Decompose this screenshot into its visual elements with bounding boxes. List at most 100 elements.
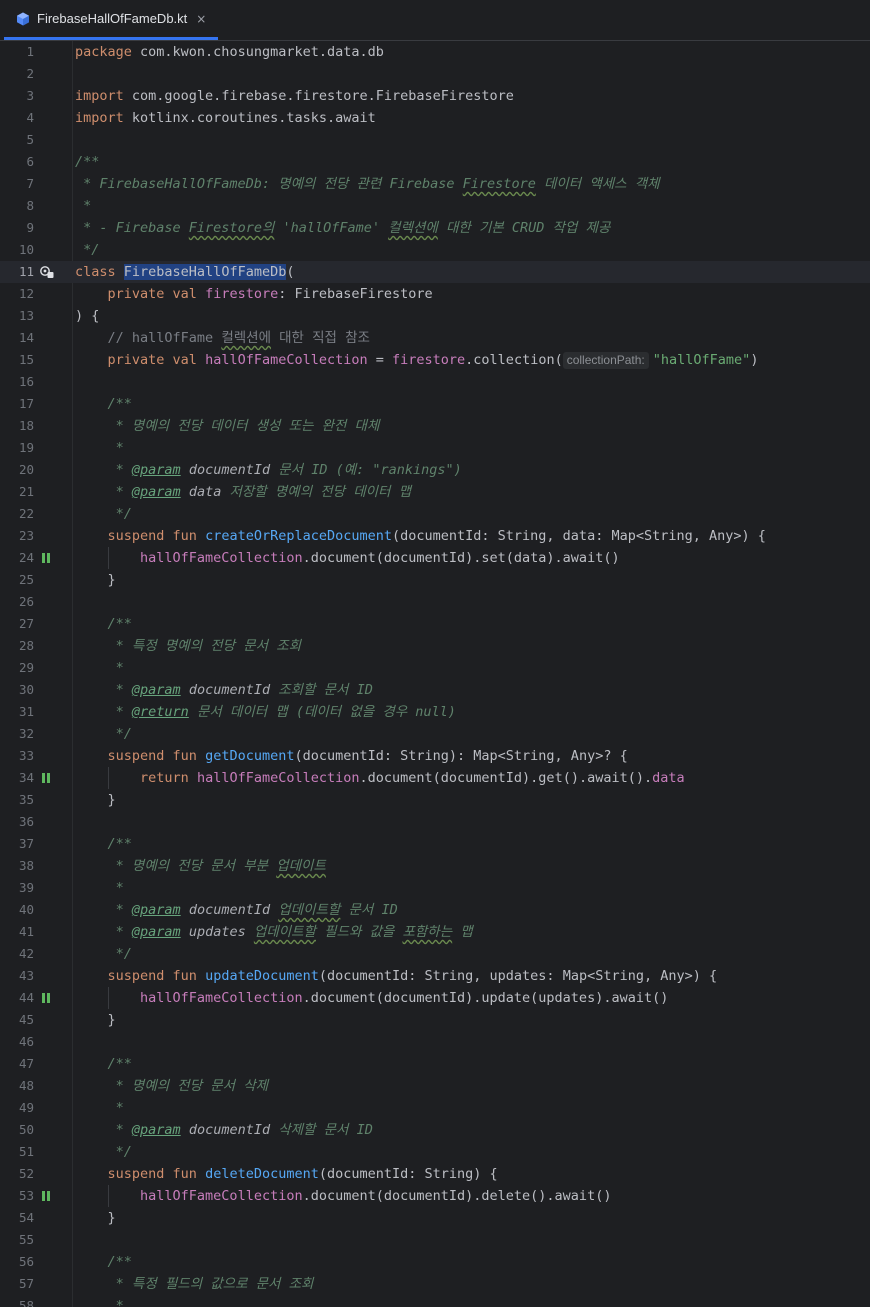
line-number[interactable]: 8 bbox=[0, 195, 34, 217]
code-line[interactable]: 41 * @param updates 업데이트할 필드와 값을 포함하는 맵 bbox=[0, 921, 870, 943]
code-line[interactable]: 2 bbox=[0, 63, 870, 85]
code-line[interactable]: 48 * 명예의 전당 문서 삭제 bbox=[0, 1075, 870, 1097]
line-number[interactable]: 20 bbox=[0, 459, 34, 481]
code-line[interactable]: 8 * bbox=[0, 195, 870, 217]
code-line[interactable]: 54 } bbox=[0, 1207, 870, 1229]
code-line[interactable]: 22 */ bbox=[0, 503, 870, 525]
code-line[interactable]: 32 */ bbox=[0, 723, 870, 745]
suspend-call-icon[interactable] bbox=[40, 767, 54, 789]
suspend-call-icon[interactable] bbox=[40, 987, 54, 1009]
run-gutter-icon[interactable] bbox=[40, 261, 54, 283]
line-number[interactable]: 4 bbox=[0, 107, 34, 129]
code-line[interactable]: 29 * bbox=[0, 657, 870, 679]
code-line[interactable]: 20 * @param documentId 문서 ID (예: "rankin… bbox=[0, 459, 870, 481]
code-line[interactable]: 35 } bbox=[0, 789, 870, 811]
line-number[interactable]: 10 bbox=[0, 239, 34, 261]
line-number[interactable]: 25 bbox=[0, 569, 34, 591]
line-number[interactable]: 41 bbox=[0, 921, 34, 943]
line-number[interactable]: 11 bbox=[0, 261, 34, 283]
code-line[interactable]: 7 * FirebaseHallOfFameDb: 명예의 전당 관련 Fire… bbox=[0, 173, 870, 195]
code-line[interactable]: 24 hallOfFameCollection.document(documen… bbox=[0, 547, 870, 569]
line-number[interactable]: 36 bbox=[0, 811, 34, 833]
code-editor[interactable]: 1 package com.kwon.chosungmarket.data.db 2… bbox=[0, 41, 870, 1307]
line-number[interactable]: 19 bbox=[0, 437, 34, 459]
code-line[interactable]: 5 bbox=[0, 129, 870, 151]
code-line[interactable]: 9 * - Firebase Firestore의 'hallOfFame' 컬… bbox=[0, 217, 870, 239]
code-line[interactable]: 51 */ bbox=[0, 1141, 870, 1163]
code-line[interactable]: 17 /** bbox=[0, 393, 870, 415]
line-number[interactable]: 30 bbox=[0, 679, 34, 701]
line-number[interactable]: 57 bbox=[0, 1273, 34, 1295]
line-number[interactable]: 37 bbox=[0, 833, 34, 855]
line-number[interactable]: 27 bbox=[0, 613, 34, 635]
code-line[interactable]: 55 bbox=[0, 1229, 870, 1251]
suspend-call-icon[interactable] bbox=[40, 547, 54, 569]
code-line[interactable]: 56 /** bbox=[0, 1251, 870, 1273]
code-line[interactable]: 16 bbox=[0, 371, 870, 393]
line-number[interactable]: 53 bbox=[0, 1185, 34, 1207]
line-number[interactable]: 7 bbox=[0, 173, 34, 195]
line-number[interactable]: 33 bbox=[0, 745, 34, 767]
code-line[interactable]: 40 * @param documentId 업데이트할 문서 ID bbox=[0, 899, 870, 921]
line-number[interactable]: 58 bbox=[0, 1295, 34, 1307]
code-line[interactable]: 14 // hallOfFame 컬렉션에 대한 직접 참조 bbox=[0, 327, 870, 349]
line-number[interactable]: 14 bbox=[0, 327, 34, 349]
code-line[interactable]: 11 class FirebaseHallOfFameDb( bbox=[0, 261, 870, 283]
line-number[interactable]: 15 bbox=[0, 349, 34, 371]
code-line[interactable]: 13) { bbox=[0, 305, 870, 327]
code-line[interactable]: 12 private val firestore: FirebaseFirest… bbox=[0, 283, 870, 305]
code-line[interactable]: 31 * @return 문서 데이터 맵 (데이터 없을 경우 null) bbox=[0, 701, 870, 723]
code-line[interactable]: 28 * 특정 명예의 전당 문서 조회 bbox=[0, 635, 870, 657]
code-line[interactable]: 53 hallOfFameCollection.document(documen… bbox=[0, 1185, 870, 1207]
code-line[interactable]: 50 * @param documentId 삭제할 문서 ID bbox=[0, 1119, 870, 1141]
line-number[interactable]: 31 bbox=[0, 701, 34, 723]
code-line[interactable]: 6 /** bbox=[0, 151, 870, 173]
line-number[interactable]: 12 bbox=[0, 283, 34, 305]
line-number[interactable]: 55 bbox=[0, 1229, 34, 1251]
code-line[interactable]: 15 private val hallOfFameCollection = fi… bbox=[0, 349, 870, 371]
line-number[interactable]: 38 bbox=[0, 855, 34, 877]
file-tab[interactable]: FirebaseHallOfFameDb.kt × bbox=[4, 0, 219, 40]
code-line[interactable]: 49 * bbox=[0, 1097, 870, 1119]
line-number[interactable]: 26 bbox=[0, 591, 34, 613]
line-number[interactable]: 43 bbox=[0, 965, 34, 987]
code-line[interactable]: 42 */ bbox=[0, 943, 870, 965]
code-line[interactable]: 26 bbox=[0, 591, 870, 613]
line-number[interactable]: 13 bbox=[0, 305, 34, 327]
line-number[interactable]: 35 bbox=[0, 789, 34, 811]
suspend-call-icon[interactable] bbox=[40, 1185, 54, 1207]
line-number[interactable]: 1 bbox=[0, 41, 34, 63]
code-line[interactable]: 25 } bbox=[0, 569, 870, 591]
code-line[interactable]: 4 import kotlinx.coroutines.tasks.await bbox=[0, 107, 870, 129]
code-line[interactable]: 33 suspend fun getDocument(documentId: S… bbox=[0, 745, 870, 767]
line-number[interactable]: 29 bbox=[0, 657, 34, 679]
line-number[interactable]: 22 bbox=[0, 503, 34, 525]
line-number[interactable]: 51 bbox=[0, 1141, 34, 1163]
line-number[interactable]: 44 bbox=[0, 987, 34, 1009]
code-line[interactable]: 47 /** bbox=[0, 1053, 870, 1075]
line-number[interactable]: 28 bbox=[0, 635, 34, 657]
code-line[interactable]: 10 */ bbox=[0, 239, 870, 261]
line-number[interactable]: 42 bbox=[0, 943, 34, 965]
code-line[interactable]: 1 package com.kwon.chosungmarket.data.db bbox=[0, 41, 870, 63]
code-line[interactable]: 21 * @param data 저장할 명예의 전당 데이터 맵 bbox=[0, 481, 870, 503]
line-number[interactable]: 3 bbox=[0, 85, 34, 107]
line-number[interactable]: 17 bbox=[0, 393, 34, 415]
line-number[interactable]: 6 bbox=[0, 151, 34, 173]
line-number[interactable]: 24 bbox=[0, 547, 34, 569]
line-number[interactable]: 9 bbox=[0, 217, 34, 239]
code-line[interactable]: 23 suspend fun createOrReplaceDocument(d… bbox=[0, 525, 870, 547]
code-line[interactable]: 36 bbox=[0, 811, 870, 833]
line-number[interactable]: 46 bbox=[0, 1031, 34, 1053]
line-number[interactable]: 2 bbox=[0, 63, 34, 85]
line-number[interactable]: 32 bbox=[0, 723, 34, 745]
code-line[interactable]: 52 suspend fun deleteDocument(documentId… bbox=[0, 1163, 870, 1185]
code-line[interactable]: 43 suspend fun updateDocument(documentId… bbox=[0, 965, 870, 987]
line-number[interactable]: 45 bbox=[0, 1009, 34, 1031]
code-line[interactable]: 45 } bbox=[0, 1009, 870, 1031]
code-line[interactable]: 37 /** bbox=[0, 833, 870, 855]
close-tab-icon[interactable]: × bbox=[196, 12, 206, 26]
line-number[interactable]: 23 bbox=[0, 525, 34, 547]
line-number[interactable]: 16 bbox=[0, 371, 34, 393]
line-number[interactable]: 56 bbox=[0, 1251, 34, 1273]
